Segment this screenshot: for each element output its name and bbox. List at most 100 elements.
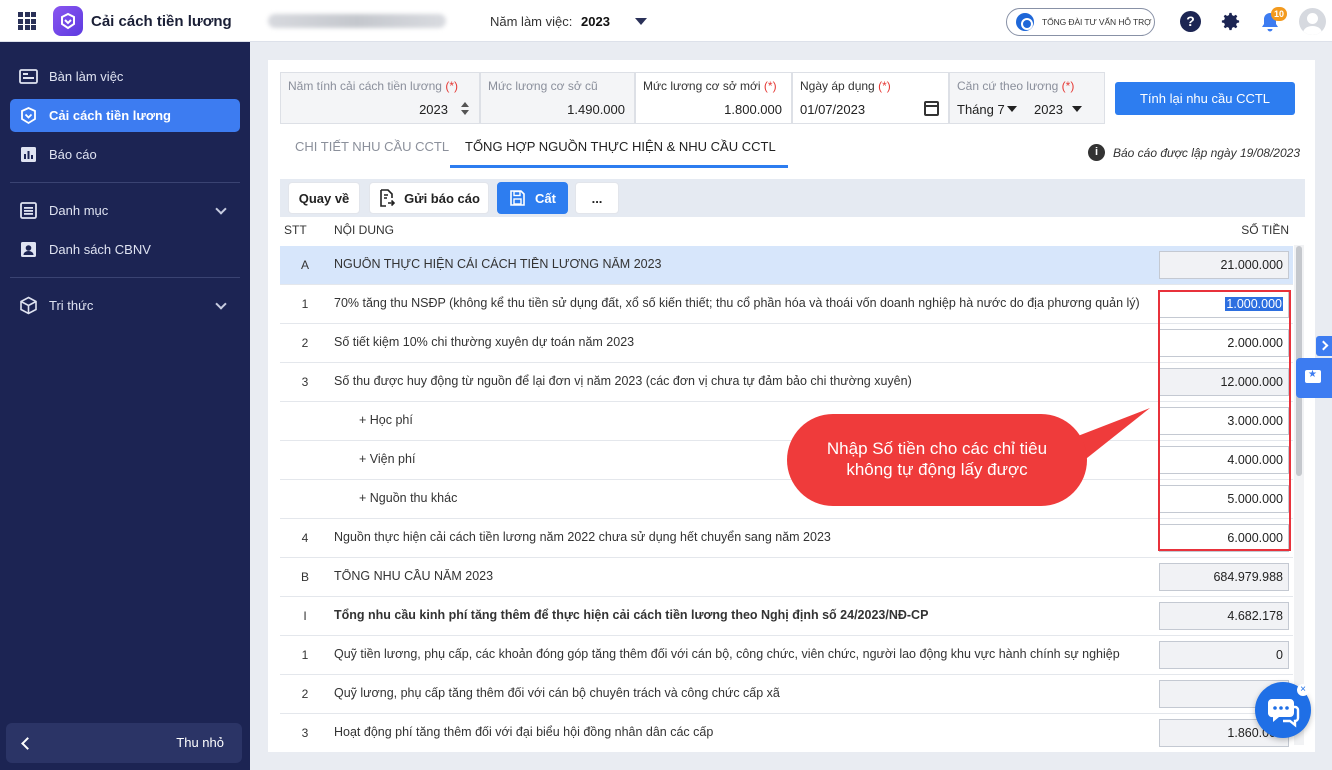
chevron-down-icon — [215, 203, 227, 215]
phone-icon — [1016, 13, 1034, 31]
row-stt: 4 — [301, 531, 309, 545]
sidebar-item-label: Bàn làm việc — [49, 69, 124, 84]
recalculate-button[interactable]: Tính lại nhu cầu CCTL — [1115, 82, 1295, 115]
basis-month-select[interactable]: Tháng 7 — [957, 102, 1005, 117]
sidebar-collapse-label: Thu nhỏ — [176, 735, 224, 750]
app-logo-icon — [21, 107, 36, 125]
amount-input[interactable]: 5.000.000 — [1159, 485, 1289, 513]
old-base-salary-field: Mức lương cơ sở cũ 1.490.000 — [480, 72, 635, 124]
amount-input[interactable]: 6.000.000 — [1159, 524, 1289, 552]
sidebar-item-label: Danh mục — [49, 203, 109, 218]
sidebar-item-employee-list[interactable]: Danh sách CBNV — [10, 233, 240, 266]
row-content: Quỹ lương, phụ cấp tăng thêm đối với cán… — [334, 686, 780, 700]
report-date-text: Báo cáo được lập ngày 19/08/2023 — [1113, 145, 1300, 160]
reform-year-field[interactable]: Năm tính cải cách tiền lương (*) 2023 — [280, 72, 480, 124]
new-base-salary-field[interactable]: Mức lương cơ sở mới (*) 1.800.000 — [635, 72, 792, 124]
close-icon[interactable]: × — [1297, 684, 1309, 696]
row-content: Số tiết kiệm 10% chi thường xuyên dự toá… — [334, 335, 635, 349]
row-stt: 2 — [301, 336, 309, 350]
sidebar-item-label: Tri thức — [49, 298, 94, 313]
list-icon — [20, 202, 37, 219]
tab-summary[interactable]: TỔNG HỢP NGUỒN THỰC HIỆN & NHU CẦU CCTL — [450, 130, 788, 168]
help-icon[interactable]: ? — [1180, 11, 1201, 32]
row-stt: A — [300, 258, 309, 272]
working-year-value[interactable]: 2023 — [581, 14, 610, 29]
apply-date-label: Ngày áp dụng — [800, 79, 875, 93]
send-report-label: Gửi báo cáo — [404, 190, 480, 206]
save-icon — [510, 190, 525, 206]
sidebar: Bàn làm việc Cải cách tiền lương Báo cáo… — [0, 42, 250, 770]
person-card-icon — [21, 242, 36, 257]
row-content: TỔNG NHU CẦU NĂM 2023 — [334, 569, 494, 583]
feedback-icon[interactable] — [1296, 358, 1332, 398]
back-button[interactable]: Quay về — [288, 182, 360, 214]
top-bar: Cải cách tiền lương Năm làm việc: 2023 T… — [0, 0, 1332, 42]
gear-icon[interactable] — [1219, 10, 1242, 33]
amount-input: 21.000.000 — [1159, 251, 1289, 279]
sidebar-item-dashboard[interactable]: Bàn làm việc — [10, 60, 240, 93]
amount-input[interactable]: 3.000.000 — [1159, 407, 1289, 435]
sidebar-item-label: Cải cách tiền lương — [49, 108, 171, 123]
sidebar-item-categories[interactable]: Danh mục — [10, 194, 240, 227]
required-marker: (*) — [1061, 79, 1075, 93]
chevron-down-icon[interactable] — [635, 18, 647, 25]
app-grid-icon[interactable] — [18, 12, 36, 30]
amount-input: 4.682.178 — [1159, 602, 1289, 630]
sidebar-item-salary-reform[interactable]: Cải cách tiền lương — [10, 99, 240, 132]
amount-value: 21.000.000 — [1220, 258, 1283, 272]
amount-value: 4.682.178 — [1227, 609, 1283, 623]
table-row: 2 Quỹ lương, phụ cấp tăng thêm đối với cá… — [280, 675, 1293, 714]
action-toolbar: Quay về Gửi báo cáo Cất ... — [280, 179, 1305, 217]
sidebar-item-label: Báo cáo — [49, 147, 97, 162]
stepper-icon[interactable] — [461, 102, 469, 116]
table-row: 3 Hoạt động phí tăng thêm đối với đại biể… — [280, 714, 1293, 752]
report-date-note: i Báo cáo được lập ngày 19/08/2023 — [1088, 144, 1300, 161]
calendar-icon[interactable] — [924, 101, 939, 116]
amount-value: 12.000.000 — [1220, 375, 1283, 389]
amount-input[interactable]: 4.000.000 — [1159, 446, 1289, 474]
basis-year-select[interactable]: 2023 — [1034, 102, 1063, 117]
salary-basis-field[interactable]: Căn cứ theo lương (*) Tháng 7 2023 — [949, 72, 1105, 124]
column-header-content: NỘI DUNG — [334, 223, 394, 237]
row-content: Hoạt động phí tăng thêm đối với đại biểu… — [334, 725, 714, 739]
chevron-left-icon — [21, 737, 34, 750]
chevron-down-icon[interactable] — [1007, 106, 1017, 112]
apply-date-field[interactable]: Ngày áp dụng (*) 01/07/2023 — [792, 72, 949, 124]
reform-year-value[interactable]: 2023 — [419, 102, 448, 117]
avatar[interactable] — [1299, 8, 1326, 35]
table-row: I Tổng nhu cầu kinh phí tăng thêm để thực… — [280, 597, 1293, 636]
save-button[interactable]: Cất — [497, 182, 568, 214]
amount-input: 12.000.000 — [1159, 368, 1289, 396]
amount-input[interactable]: 2.000.000 — [1159, 329, 1289, 357]
working-year-label: Năm làm việc: — [490, 14, 573, 29]
amount-input[interactable]: 1.000.000 — [1159, 290, 1289, 318]
row-stt: B — [300, 570, 309, 584]
table-row: 2 Số tiết kiệm 10% chi thường xuyên dự to… — [280, 324, 1293, 363]
sidebar-item-knowledge[interactable]: Tri thức — [10, 289, 240, 322]
support-hotline-button[interactable]: TỔNG ĐÀI TƯ VẤN HỖ TRỢ — [1006, 8, 1155, 36]
amount-input: 0 — [1159, 641, 1289, 669]
new-base-salary-value[interactable]: 1.800.000 — [724, 102, 782, 117]
column-header-amount: SỐ TIỀN — [1241, 223, 1289, 237]
table-row: + Nguồn thu khác 5.000.000 — [280, 480, 1293, 519]
sidebar-collapse-button[interactable]: Thu nhỏ — [6, 723, 242, 763]
instruction-callout: Nhập Số tiền cho các chỉ tiêu không tự đ… — [787, 414, 1087, 506]
expand-panel-button[interactable] — [1316, 336, 1332, 356]
row-content: 70% tăng thu NSĐP (không kể thu tiền sử … — [334, 296, 1140, 310]
dashboard-icon — [19, 69, 38, 84]
tab-detail[interactable]: CHI TIẾT NHU CẦU CCTL — [295, 130, 449, 168]
amount-value: 0 — [1276, 648, 1283, 662]
amount-value: 1.000.000 — [1225, 297, 1283, 311]
sidebar-item-reports[interactable]: Báo cáo — [10, 138, 240, 171]
more-options-button[interactable]: ... — [575, 182, 619, 214]
row-content: NGUỒN THỰC HIỆN CẢI CÁCH TIỀN LƯƠNG NĂM … — [334, 257, 662, 271]
row-content: Nguồn thực hiện cải cách tiền lương năm … — [334, 530, 831, 544]
row-content: Số thu được huy động từ nguồn để lại đơn… — [334, 374, 912, 388]
chevron-down-icon[interactable] — [1072, 106, 1082, 112]
send-report-button[interactable]: Gửi báo cáo — [369, 182, 489, 214]
table-row: 4 Nguồn thực hiện cải cách tiền lương năm… — [280, 519, 1293, 558]
organization-name-blurred — [268, 14, 446, 28]
row-stt: 1 — [301, 648, 309, 662]
apply-date-value[interactable]: 01/07/2023 — [800, 102, 865, 117]
sidebar-divider — [10, 277, 240, 278]
